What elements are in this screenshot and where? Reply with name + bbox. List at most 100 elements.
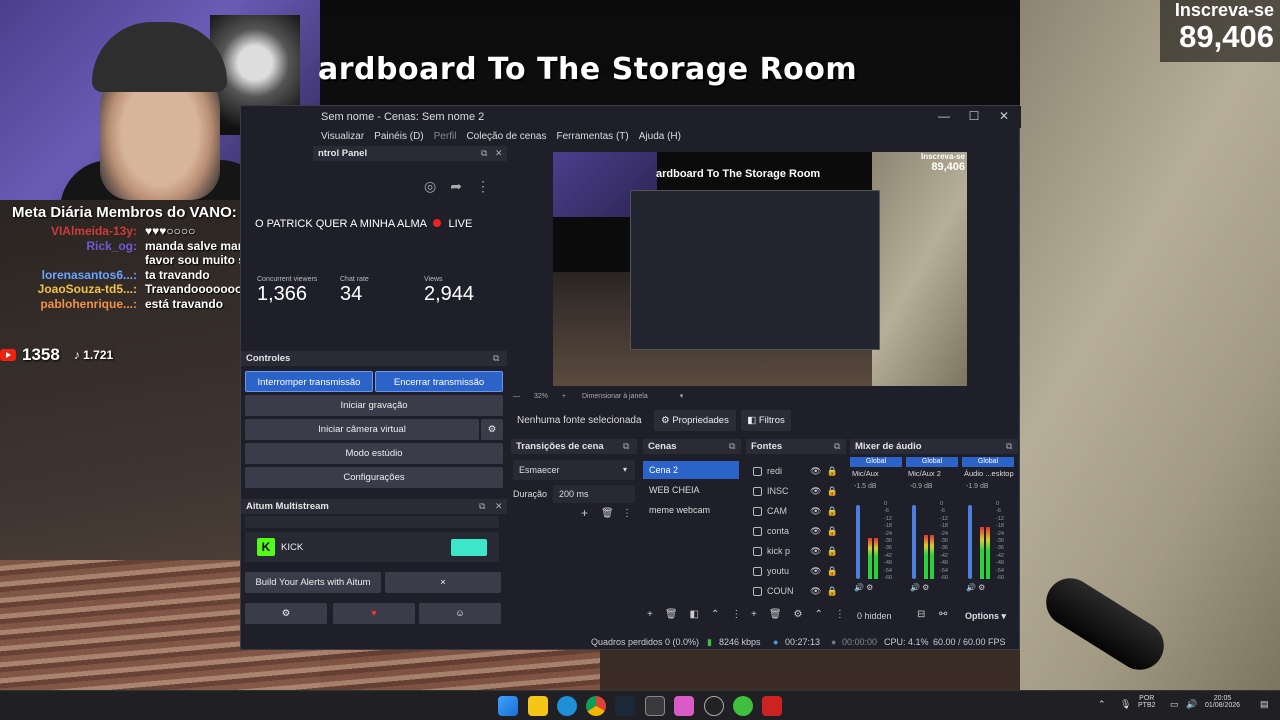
edge-icon[interactable] [557, 696, 577, 716]
aitum-settings-icon[interactable]: ⚙ [245, 603, 327, 624]
notifications-icon[interactable]: ▤ [1260, 699, 1269, 710]
close-icon[interactable]: ✕ [989, 109, 1019, 123]
scene-item[interactable]: Cena 2 [643, 461, 739, 479]
properties-button[interactable]: ⚙ Propriedades [654, 410, 736, 431]
tray-chevron-icon[interactable]: ⌃ [1098, 699, 1106, 710]
move-up-icon[interactable]: ⌃ [815, 609, 823, 620]
obs-icon[interactable] [645, 696, 665, 716]
mute-icon[interactable]: 🔊 ⚙ [910, 583, 929, 592]
volume-slider[interactable] [912, 505, 916, 579]
menu-perfil[interactable]: Perfil [434, 128, 457, 146]
menu-ajuda[interactable]: Ajuda (H) [639, 128, 681, 146]
visibility-icon[interactable]: 👁 [810, 586, 821, 597]
scene-item[interactable]: WEB CHEIA [643, 481, 739, 499]
undock-icon[interactable]: ⧉ [481, 146, 487, 161]
volume-slider[interactable] [856, 505, 860, 579]
lock-icon[interactable]: 🔒 [826, 526, 837, 537]
settings-button[interactable]: Configurações [245, 467, 503, 488]
dock-close-icon[interactable]: ✕ [495, 499, 503, 514]
source-item[interactable]: kick p 👁 🔒 [753, 541, 843, 561]
more-icon[interactable]: ⋮ [622, 508, 632, 519]
trash-icon[interactable]: 🗑 [601, 508, 614, 519]
visibility-icon[interactable]: 👁 [810, 486, 821, 497]
kick-toggle-button[interactable] [451, 539, 487, 556]
microphone-icon[interactable]: 🎙 [1120, 699, 1131, 710]
file-explorer-icon[interactable] [528, 696, 548, 716]
minimize-icon[interactable]: — [929, 109, 959, 123]
more-icon[interactable]: ⋮ [835, 609, 845, 620]
menu-paineis[interactable]: Painéis (D) [374, 128, 423, 146]
add-scene-icon[interactable]: + [647, 609, 653, 620]
menu-colecao[interactable]: Coleção de cenas [466, 128, 546, 146]
undock-icon[interactable]: ⧉ [493, 351, 499, 366]
undock-icon[interactable]: ⧉ [834, 439, 840, 454]
dismiss-alerts-button[interactable]: × [385, 572, 501, 593]
visibility-icon[interactable]: 👁 [810, 506, 821, 517]
more-icon[interactable]: ⋮ [731, 609, 741, 620]
visibility-icon[interactable]: 👁 [810, 546, 821, 557]
end-stream-button[interactable]: Encerrar transmissão [375, 371, 503, 392]
source-item[interactable]: conta 👁 🔒 [753, 521, 843, 541]
scene-item[interactable]: meme webcam [643, 501, 739, 519]
more-icon[interactable]: ⋮ [476, 178, 490, 195]
network-icon[interactable]: ▭ [1170, 699, 1179, 710]
app-icon[interactable] [674, 696, 694, 716]
aitum-discord-icon[interactable]: ☺ [419, 603, 501, 624]
mute-icon[interactable]: 🔊 ⚙ [966, 583, 985, 592]
studio-mode-button[interactable]: Modo estúdio [245, 443, 503, 464]
streams-icon[interactable]: ◎ [424, 178, 436, 195]
trash-icon[interactable]: 🗑 [769, 609, 782, 620]
add-source-icon[interactable]: + [751, 609, 757, 620]
lock-icon[interactable]: 🔒 [826, 466, 837, 477]
gear-icon[interactable]: ⚙ [794, 609, 803, 620]
preview-canvas[interactable]: ardboard To The Storage Room Inscreva-se… [553, 152, 967, 386]
build-alerts-button[interactable]: Build Your Alerts with Aitum [245, 572, 381, 593]
chrome-icon[interactable] [586, 696, 606, 716]
youtube-app-icon[interactable] [762, 696, 782, 716]
volume-slider[interactable] [968, 505, 972, 579]
visibility-icon[interactable]: 👁 [810, 466, 821, 477]
clock[interactable]: 20:05 01/08/2026 [1205, 695, 1240, 709]
virtual-camera-button[interactable]: Iniciar câmera virtual [245, 419, 479, 440]
link-icon[interactable]: ⚯ [939, 609, 947, 620]
visibility-icon[interactable]: 👁 [810, 566, 821, 577]
options-button[interactable]: Options ▾ [965, 611, 1006, 622]
windows-start-icon[interactable] [498, 696, 518, 716]
fit-to-window[interactable]: Dimensionar à janela [582, 393, 648, 400]
lock-icon[interactable]: 🔒 [826, 566, 837, 577]
filters-button[interactable]: ◧ Filtros [741, 410, 791, 431]
maximize-icon[interactable]: ☐ [959, 109, 989, 123]
unreal-icon[interactable] [704, 696, 724, 716]
chat-app-icon[interactable] [733, 696, 753, 716]
undock-icon[interactable]: ⧉ [479, 499, 485, 514]
trash-icon[interactable]: 🗑 [665, 609, 678, 620]
undock-icon[interactable]: ⧉ [623, 439, 629, 454]
start-recording-button[interactable]: Iniciar gravação [245, 395, 503, 416]
chevron-down-icon[interactable]: ▾ [680, 393, 684, 400]
source-item[interactable]: youtu 👁 🔒 [753, 561, 843, 581]
undock-icon[interactable]: ⧉ [1006, 439, 1012, 454]
source-item[interactable]: redi 👁 🔒 [753, 461, 843, 481]
menu-ferramentas[interactable]: Ferramentas (T) [557, 128, 629, 146]
volume-icon[interactable]: 🔊 [1186, 699, 1197, 710]
aitum-heart-icon[interactable]: ♥ [333, 603, 415, 624]
source-item[interactable]: COUN 👁 🔒 [753, 581, 843, 601]
mixer-layout-icon[interactable]: ⊟ [917, 609, 925, 620]
source-item[interactable]: INSC 👁 🔒 [753, 481, 843, 501]
lock-icon[interactable]: 🔒 [826, 486, 837, 497]
add-transition-icon[interactable]: + [581, 506, 588, 520]
source-item[interactable]: CAM 👁 🔒 [753, 501, 843, 521]
undock-icon[interactable]: ⧉ [729, 439, 735, 454]
lock-icon[interactable]: 🔒 [826, 586, 837, 597]
steam-icon[interactable] [615, 696, 635, 716]
zoom-out-icon[interactable]: — [513, 393, 520, 400]
zoom-in-icon[interactable]: + [562, 393, 566, 400]
virtual-camera-settings-icon[interactable]: ⚙ [481, 419, 503, 440]
mute-icon[interactable]: 🔊 ⚙ [854, 583, 873, 592]
lock-icon[interactable]: 🔒 [826, 506, 837, 517]
dock-close-icon[interactable]: ✕ [495, 146, 503, 161]
stop-stream-button[interactable]: Interromper transmissão [245, 371, 373, 392]
visibility-icon[interactable]: 👁 [810, 526, 821, 537]
menu-visualizar[interactable]: Visualizar [321, 128, 364, 146]
language-indicator[interactable]: POR PTB2 [1138, 695, 1156, 709]
